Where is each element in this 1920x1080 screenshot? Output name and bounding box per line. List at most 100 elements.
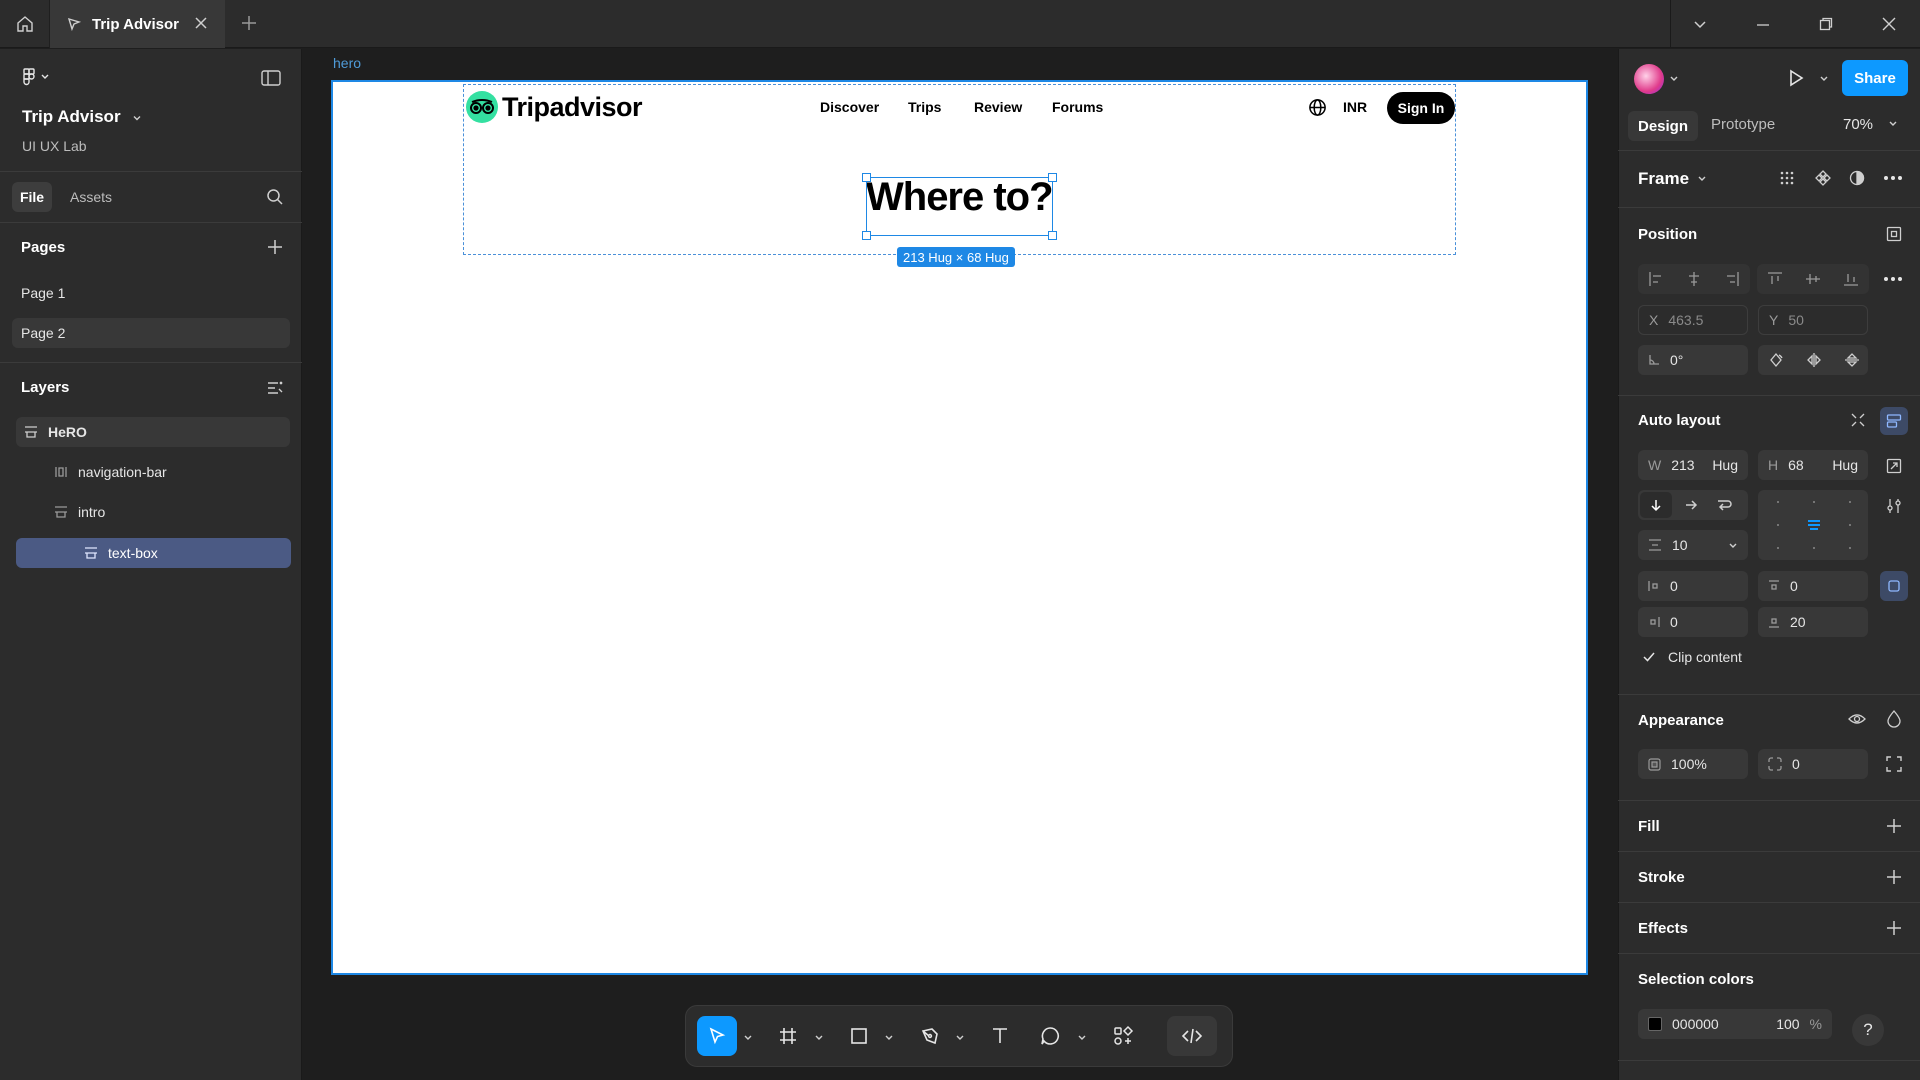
play-icon[interactable] <box>1786 68 1806 88</box>
resize-handle[interactable] <box>862 231 871 240</box>
minimize-icon[interactable] <box>1755 16 1771 32</box>
actions-tool[interactable] <box>1103 1016 1143 1056</box>
close-window-icon[interactable] <box>1881 16 1897 32</box>
page-item-active[interactable]: Page 2 <box>12 318 290 348</box>
gap-field[interactable]: 10 <box>1638 530 1748 560</box>
w-mode[interactable]: Hug <box>1712 457 1738 473</box>
nav-link-forums[interactable]: Forums <box>1052 99 1103 115</box>
resize-handle[interactable] <box>1048 173 1057 182</box>
padding-right-field[interactable]: 0 <box>1638 607 1748 637</box>
layer-filter-icon[interactable] <box>266 379 284 397</box>
resize-to-fit-icon[interactable] <box>1886 458 1902 474</box>
dev-mode-tool[interactable] <box>1167 1016 1217 1056</box>
layer-text-box[interactable]: text-box <box>16 538 291 568</box>
nav-link-trips[interactable]: Trips <box>908 99 941 115</box>
avatar[interactable] <box>1634 64 1664 94</box>
close-icon[interactable] <box>193 15 209 31</box>
nav-link-review[interactable]: Review <box>974 99 1022 115</box>
currency-selector[interactable]: INR <box>1343 99 1367 115</box>
flip-vertical-icon[interactable] <box>1844 352 1860 368</box>
opacity-field[interactable]: 100% <box>1638 749 1748 779</box>
chevron-down-icon[interactable] <box>131 112 143 124</box>
file-tab[interactable]: Trip Advisor <box>50 0 225 48</box>
sidebar-toggle-icon[interactable] <box>261 69 281 87</box>
align-center-horizontal-icon[interactable] <box>1686 271 1702 287</box>
arrow-right-icon[interactable] <box>1684 498 1698 512</box>
wrap-icon[interactable] <box>1716 498 1732 512</box>
collapse-icon[interactable] <box>1850 412 1866 428</box>
tab-design[interactable]: Design <box>1628 111 1698 141</box>
layer-intro[interactable]: intro <box>16 497 290 527</box>
frame-type-selector[interactable]: Frame <box>1638 169 1689 189</box>
align-top-icon[interactable] <box>1767 271 1783 287</box>
position-x-field[interactable]: X 463.5 <box>1638 305 1748 335</box>
text-tool[interactable] <box>980 1016 1020 1056</box>
height-field[interactable]: H 68 Hug <box>1758 450 1868 480</box>
h-mode[interactable]: Hug <box>1832 457 1858 473</box>
add-effect-icon[interactable] <box>1886 920 1902 936</box>
independent-padding-toggle[interactable] <box>1880 571 1908 601</box>
comment-tool[interactable] <box>1030 1016 1070 1056</box>
auto-layout-toggle[interactable] <box>1880 407 1908 435</box>
figma-menu-icon[interactable] <box>22 68 50 86</box>
color-swatch[interactable] <box>1648 1017 1662 1031</box>
selection-color-field[interactable]: 000000 100 % <box>1638 1009 1832 1039</box>
chevron-down-icon[interactable] <box>1669 73 1679 83</box>
tab-assets[interactable]: Assets <box>70 189 112 205</box>
alignment-grid[interactable] <box>1758 490 1868 560</box>
chevron-down-icon[interactable] <box>743 1032 753 1042</box>
search-icon[interactable] <box>266 188 284 206</box>
frame-label[interactable]: hero <box>333 55 361 71</box>
align-bottom-icon[interactable] <box>1843 271 1859 287</box>
layout-settings-icon[interactable] <box>1886 498 1902 514</box>
sign-in-button[interactable]: Sign In <box>1387 92 1455 124</box>
more-icon[interactable] <box>1884 176 1902 180</box>
rotate-90-icon[interactable] <box>1768 352 1784 368</box>
pen-tool[interactable] <box>910 1016 950 1056</box>
chevron-down-icon[interactable] <box>1077 1032 1087 1042</box>
chevron-down-icon[interactable] <box>1888 118 1898 128</box>
chevron-down-icon[interactable] <box>1819 73 1829 83</box>
resize-handle[interactable] <box>862 173 871 182</box>
tab-prototype[interactable]: Prototype <box>1711 116 1775 133</box>
frame-tool[interactable] <box>768 1016 808 1056</box>
padding-top-field[interactable]: 0 <box>1758 571 1868 601</box>
home-button[interactable] <box>0 0 50 48</box>
width-field[interactable]: W 213 Hug <box>1638 450 1748 480</box>
component-icon[interactable] <box>1815 170 1831 186</box>
expand-corners-icon[interactable] <box>1886 756 1902 772</box>
align-right-icon[interactable] <box>1724 271 1740 287</box>
padding-left-field[interactable]: 0 <box>1638 571 1748 601</box>
add-fill-icon[interactable] <box>1886 818 1902 834</box>
globe-icon[interactable] <box>1308 98 1327 117</box>
chevron-down-icon[interactable] <box>884 1032 894 1042</box>
share-button[interactable]: Share <box>1842 60 1908 96</box>
vertical-direction-button[interactable] <box>1640 492 1672 518</box>
chevron-down-icon[interactable] <box>1697 173 1707 183</box>
plus-icon[interactable] <box>238 12 260 34</box>
move-tool[interactable] <box>697 1016 737 1056</box>
mask-icon[interactable] <box>1849 170 1865 186</box>
chevron-down-icon[interactable] <box>955 1032 965 1042</box>
tab-file[interactable]: File <box>12 182 52 212</box>
rotation-field[interactable]: 0° <box>1638 345 1748 375</box>
restore-icon[interactable] <box>1818 16 1834 32</box>
blend-mode-icon[interactable] <box>1886 710 1902 728</box>
position-y-field[interactable]: Y 50 <box>1758 305 1868 335</box>
layer-navigation-bar[interactable]: navigation-bar <box>16 457 290 487</box>
clip-content-row[interactable]: Clip content <box>1642 649 1742 665</box>
chevron-down-icon[interactable] <box>1692 16 1708 32</box>
layer-hero[interactable]: HeRO <box>16 417 290 447</box>
chevron-down-icon[interactable] <box>814 1032 824 1042</box>
align-middle-icon[interactable] <box>1805 271 1821 287</box>
align-left-icon[interactable] <box>1648 271 1664 287</box>
eye-icon[interactable] <box>1848 711 1866 727</box>
checkmark-icon[interactable] <box>1642 650 1656 664</box>
corner-radius-field[interactable]: 0 <box>1758 749 1868 779</box>
page-item[interactable]: Page 1 <box>12 278 290 308</box>
chevron-down-icon[interactable] <box>1728 540 1738 550</box>
constraints-icon[interactable] <box>1886 226 1902 242</box>
add-page-icon[interactable] <box>266 238 284 256</box>
file-name[interactable]: Trip Advisor <box>22 107 121 127</box>
nav-link-discover[interactable]: Discover <box>820 99 879 115</box>
